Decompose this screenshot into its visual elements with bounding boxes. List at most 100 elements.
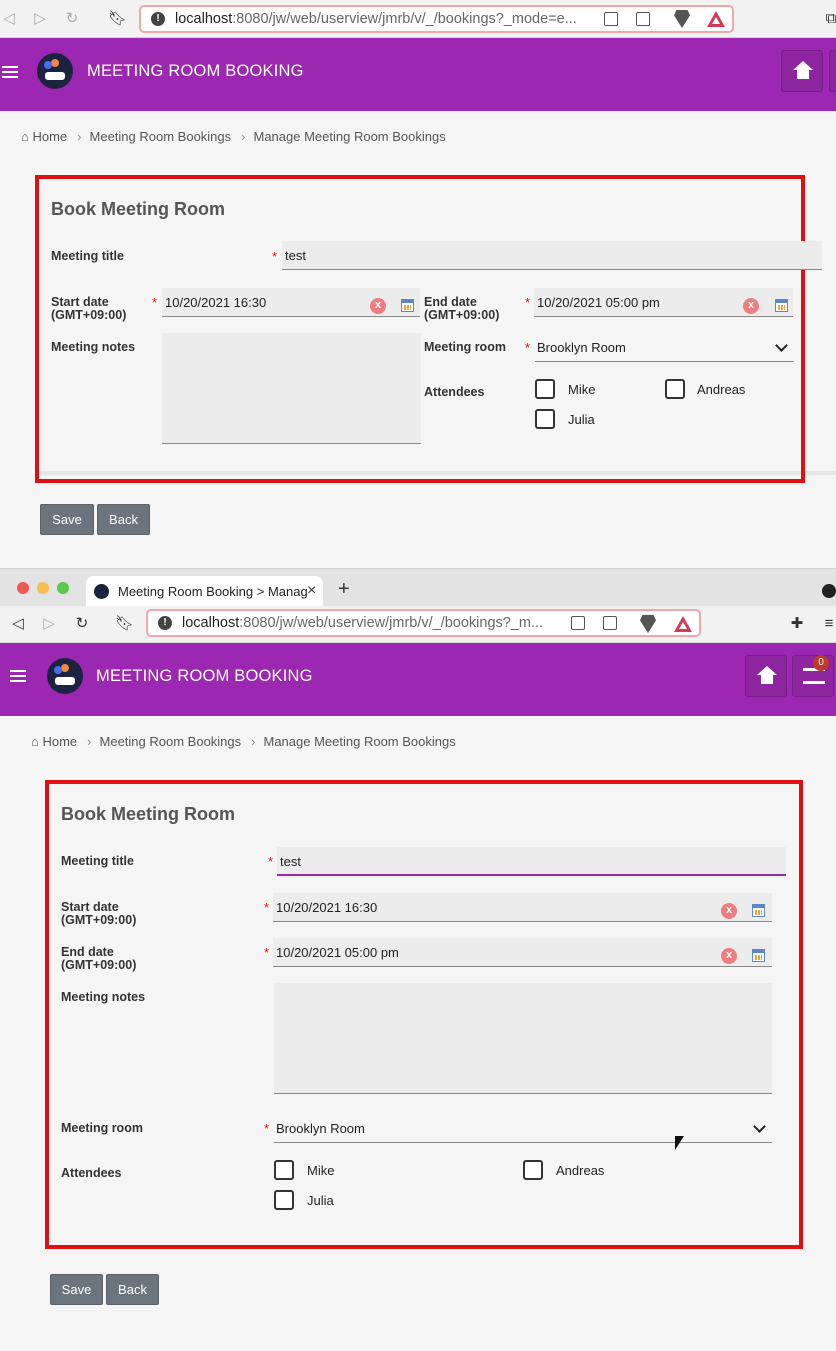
attendee-checkbox-andreas[interactable] bbox=[523, 1160, 543, 1180]
download-icon[interactable] bbox=[636, 12, 650, 26]
meeting-title-label: Meeting title bbox=[51, 249, 124, 263]
breadcrumb-separator: › bbox=[77, 129, 82, 144]
app-title: MEETING ROOM BOOKING bbox=[96, 667, 313, 685]
bookmark-icon[interactable]: 🔖︎ bbox=[108, 10, 127, 28]
meeting-notes-label: Meeting notes bbox=[61, 990, 146, 1004]
calendar-icon[interactable] bbox=[752, 949, 765, 962]
calendar-icon[interactable] bbox=[775, 299, 788, 312]
meeting-notes-label: Meeting notes bbox=[51, 340, 136, 354]
back-button[interactable]: Back bbox=[97, 504, 150, 535]
calendar-icon[interactable] bbox=[401, 299, 414, 312]
required-marker: * bbox=[525, 295, 531, 310]
menu-icon[interactable] bbox=[2, 66, 18, 78]
timezone-text: (GMT+09:00) bbox=[424, 308, 500, 322]
notification-badge: 0 bbox=[813, 655, 829, 671]
end-date-input[interactable]: 10/20/2021 05:00 pm bbox=[273, 938, 772, 967]
download-icon[interactable] bbox=[603, 616, 617, 630]
breadcrumb: ⌂ Home › Meeting Room Bookings › Manage Meet… bbox=[21, 129, 446, 144]
save-button[interactable]: Save bbox=[50, 1274, 103, 1305]
url-host: localhost bbox=[175, 11, 233, 27]
extensions-puzzle-icon[interactable]: ✚ bbox=[788, 615, 806, 633]
reload-icon[interactable]: ↻ bbox=[63, 10, 81, 28]
qr-code-icon[interactable] bbox=[604, 12, 618, 26]
close-window-icon[interactable] bbox=[17, 582, 29, 594]
start-date-label-text: Start date bbox=[51, 295, 109, 309]
breadcrumb-bookings[interactable]: Meeting Room Bookings bbox=[90, 129, 232, 144]
breadcrumb-home[interactable]: Home bbox=[42, 734, 77, 749]
meeting-notes-textarea[interactable] bbox=[274, 983, 772, 1094]
extensions-icon[interactable]: ⧉ bbox=[822, 10, 836, 28]
breadcrumb-home[interactable]: Home bbox=[32, 129, 67, 144]
zoom-window-icon[interactable] bbox=[57, 582, 69, 594]
home-icon bbox=[757, 666, 777, 686]
menu-icon[interactable] bbox=[10, 670, 26, 682]
clear-end-date-icon[interactable]: x bbox=[743, 298, 759, 314]
form-title: Book Meeting Room bbox=[51, 199, 225, 219]
attendee-checkbox-andreas[interactable] bbox=[665, 379, 685, 399]
forward-arrow-icon[interactable]: ▷ bbox=[40, 615, 58, 633]
new-tab-icon[interactable]: + bbox=[338, 578, 350, 601]
start-date-input[interactable]: 10/20/2021 16:30 bbox=[273, 893, 772, 922]
breadcrumb-manage[interactable]: Manage Meeting Room Bookings bbox=[264, 734, 456, 749]
app-logo bbox=[37, 53, 73, 89]
inbox-button[interactable]: 0 bbox=[792, 655, 834, 697]
end-date-label: End date (GMT+09:00) bbox=[61, 946, 136, 972]
required-marker: * bbox=[272, 249, 278, 264]
browser-toolbar-bottom: ◁ ▷ ↻ 🔖︎ ! localhost:8080/jw/web/uservie… bbox=[0, 606, 836, 643]
required-marker: * bbox=[264, 900, 270, 915]
meeting-title-input[interactable]: test bbox=[277, 847, 786, 876]
browser-tab[interactable]: Meeting Room Booking > Manag bbox=[86, 576, 323, 607]
clear-start-date-icon[interactable]: x bbox=[721, 903, 737, 919]
meeting-notes-textarea[interactable] bbox=[162, 333, 421, 444]
reload-icon[interactable]: ↻ bbox=[73, 615, 91, 633]
meeting-room-select[interactable]: Brooklyn Room bbox=[274, 1114, 772, 1143]
attendee-label-julia: Julia bbox=[307, 1193, 334, 1208]
meeting-room-select[interactable]: Brooklyn Room bbox=[535, 333, 794, 362]
attendee-checkbox-mike[interactable] bbox=[274, 1160, 294, 1180]
clear-end-date-icon[interactable]: x bbox=[721, 948, 737, 964]
attendee-checkbox-julia[interactable] bbox=[274, 1190, 294, 1210]
tab-search-icon[interactable] bbox=[822, 584, 836, 598]
brave-rewards-icon[interactable] bbox=[707, 11, 725, 27]
meeting-title-input[interactable]: test bbox=[282, 241, 822, 270]
site-info-icon[interactable]: ! bbox=[151, 12, 165, 26]
meeting-title-label: Meeting title bbox=[61, 854, 134, 868]
timezone-text: (GMT+09:00) bbox=[61, 958, 137, 972]
meeting-room-label: Meeting room bbox=[424, 340, 506, 354]
brave-rewards-icon[interactable] bbox=[674, 616, 692, 632]
home-small-icon: ⌂ bbox=[21, 129, 29, 144]
browser-menu-icon[interactable]: ≡ bbox=[820, 615, 836, 633]
start-date-label: Start date (GMT+09:00) bbox=[61, 901, 136, 927]
attendee-label-mike: Mike bbox=[568, 382, 596, 397]
breadcrumb-bookings[interactable]: Meeting Room Bookings bbox=[100, 734, 242, 749]
required-marker: * bbox=[152, 295, 158, 310]
qr-code-icon[interactable] bbox=[571, 616, 585, 630]
save-button[interactable]: Save bbox=[40, 504, 94, 535]
app-header-bottom: MEETING ROOM BOOKING 0 bbox=[0, 643, 836, 716]
url-path: :8080/jw/web/userview/jmrb/v/_/bookings?… bbox=[239, 615, 544, 631]
tab-close-icon[interactable]: × bbox=[307, 582, 316, 600]
attendee-checkbox-mike[interactable] bbox=[535, 379, 555, 399]
home-button[interactable] bbox=[781, 50, 823, 92]
back-arrow-icon[interactable]: ◁ bbox=[9, 615, 27, 633]
breadcrumb-manage[interactable]: Manage Meeting Room Bookings bbox=[254, 129, 446, 144]
tab-title: Meeting Room Booking > Manag bbox=[118, 584, 308, 599]
required-marker: * bbox=[268, 854, 274, 869]
attendee-label-mike: Mike bbox=[307, 1163, 335, 1178]
back-button[interactable]: Back bbox=[106, 1274, 159, 1305]
breadcrumb-separator: › bbox=[251, 734, 256, 749]
breadcrumb-separator: › bbox=[241, 129, 246, 144]
app-title: MEETING ROOM BOOKING bbox=[87, 62, 304, 80]
meeting-room-label: Meeting room bbox=[61, 1121, 143, 1135]
bookmark-icon[interactable]: 🔖︎ bbox=[115, 615, 134, 633]
clear-start-date-icon[interactable]: x bbox=[370, 298, 386, 314]
site-info-icon[interactable]: ! bbox=[158, 616, 172, 630]
home-button[interactable] bbox=[745, 655, 787, 697]
inbox-button[interactable] bbox=[829, 50, 836, 92]
calendar-icon[interactable] bbox=[752, 904, 765, 917]
minimize-window-icon[interactable] bbox=[37, 582, 49, 594]
back-arrow-icon[interactable]: ◁ bbox=[0, 10, 18, 28]
forward-arrow-icon[interactable]: ▷ bbox=[31, 10, 49, 28]
address-bar[interactable]: ! localhost:8080/jw/web/userview/jmrb/v/… bbox=[146, 609, 701, 637]
attendee-checkbox-julia[interactable] bbox=[535, 409, 555, 429]
